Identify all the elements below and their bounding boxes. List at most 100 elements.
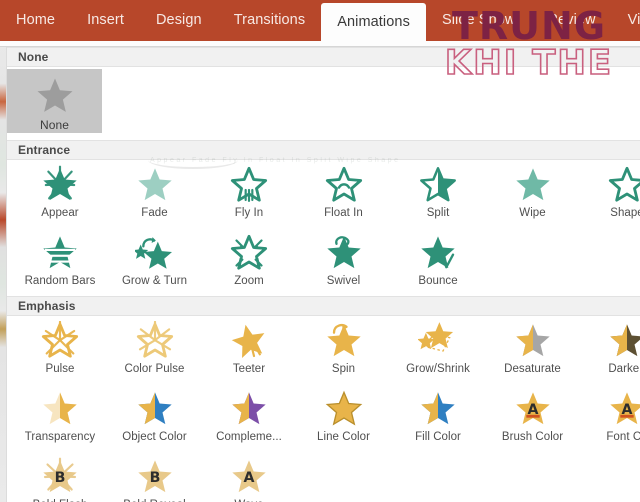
star-transparency-icon	[37, 387, 83, 431]
star-wave-icon: A	[226, 455, 272, 499]
animation-item-label: Fly In	[234, 207, 264, 219]
animation-item-fly-in[interactable]: Fly In	[202, 160, 296, 228]
animation-item-bold-flash[interactable]: BBold Flash	[13, 452, 107, 502]
star-color-pulse-icon	[132, 319, 178, 363]
animation-item-none[interactable]: None	[7, 69, 102, 133]
animation-item-random-bars[interactable]: Random Bars	[13, 228, 107, 296]
star-fly-in-icon	[226, 163, 272, 207]
star-grow-turn-icon	[132, 231, 178, 275]
star-brush-color-icon: A	[510, 387, 556, 431]
animation-item-shape[interactable]: Shape	[580, 160, 640, 228]
gallery-row: BBold FlashBBold RevealAWave	[7, 452, 640, 502]
ribbon-tab-review[interactable]: Review	[531, 0, 611, 41]
animation-item-float-in[interactable]: Float In	[297, 160, 391, 228]
animation-item-split[interactable]: Split	[391, 160, 485, 228]
animation-item-grow-turn[interactable]: Grow & Turn	[108, 228, 202, 296]
star-bold-reveal-icon: B	[132, 455, 178, 499]
ribbon-tab-view[interactable]: View	[612, 0, 640, 41]
faint-watermark-arc	[148, 151, 238, 169]
animation-item-label: Grow & Turn	[121, 275, 188, 287]
animation-item-wave[interactable]: AWave	[202, 452, 296, 502]
animation-item-font-co[interactable]: AFont Co	[580, 384, 640, 452]
star-random-bars-icon	[37, 231, 83, 275]
star-line-color-icon	[321, 387, 367, 431]
animation-item-label: Line Color	[317, 431, 370, 443]
animation-item-teeter[interactable]: Teeter	[202, 316, 296, 384]
animation-item-color-pulse[interactable]: Color Pulse	[108, 316, 202, 384]
animation-item-transparency[interactable]: Transparency	[13, 384, 107, 452]
animation-item-swivel[interactable]: Swivel	[297, 228, 391, 296]
gallery-row: Pulse Color Pulse Teeter Spin Grow/Shrink Des…	[7, 316, 640, 384]
star-burst-icon	[37, 163, 83, 207]
star-pulse-icon	[37, 319, 83, 363]
star-plain-gray-icon	[32, 74, 78, 118]
animation-item-label: Grow/Shrink	[406, 363, 470, 375]
star-spin-icon	[321, 319, 367, 363]
animation-item-pulse[interactable]: Pulse	[13, 316, 107, 384]
animation-item-label: Zoom	[234, 275, 264, 287]
ribbon-tab-bar: Home Insert Design Transitions Animations Sli…	[0, 0, 640, 41]
ribbon-tab-design[interactable]: Design	[140, 0, 218, 41]
ribbon-tab-slide-show[interactable]: Slide Show	[426, 0, 532, 41]
ribbon-tab-animations[interactable]: Animations	[321, 3, 426, 41]
section-header-emphasis: Emphasis	[7, 296, 640, 316]
animation-item-fill-color[interactable]: Fill Color	[391, 384, 485, 452]
star-complement-color-icon	[226, 387, 272, 431]
animation-item-label: Transparency	[24, 431, 96, 443]
animation-item-appear[interactable]: Appear	[13, 160, 107, 228]
star-desaturate-icon	[510, 319, 556, 363]
animation-item-compleme[interactable]: Compleme...	[202, 384, 296, 452]
animation-item-label: Object Color	[122, 431, 187, 443]
star-font-color-icon: A	[604, 387, 640, 431]
star-wipe-icon	[510, 163, 556, 207]
animation-item-label: Darken	[608, 363, 640, 375]
ribbon-tab-insert[interactable]: Insert	[71, 0, 140, 41]
animation-item-label: Fade	[141, 207, 168, 219]
gallery-row: Appear Fade Fly In Float In Split Wipe Shape	[7, 160, 640, 228]
animation-item-label: Spin	[331, 363, 356, 375]
animation-item-fade[interactable]: Fade	[108, 160, 202, 228]
ribbon-tab-home[interactable]: Home	[0, 0, 71, 41]
star-float-in-icon	[321, 163, 367, 207]
animation-item-desaturate[interactable]: Desaturate	[486, 316, 580, 384]
gallery-row: Transparency Object Color Compleme... Line …	[7, 384, 640, 452]
animation-item-wipe[interactable]: Wipe	[486, 160, 580, 228]
animation-item-label: Random Bars	[24, 275, 96, 287]
animation-item-bold-reveal[interactable]: BBold Reveal	[108, 452, 202, 502]
ribbon-tab-transitions[interactable]: Transitions	[218, 0, 321, 41]
animation-gallery-panel[interactable]: None None Entrance Appear Fade Fly In Float In…	[0, 47, 640, 502]
animation-item-label: Compleme...	[216, 431, 282, 443]
svg-text:B: B	[149, 470, 160, 486]
animation-item-label: Font Co	[606, 431, 640, 443]
animation-item-label: Shape	[610, 207, 640, 219]
animation-item-label: Wipe	[519, 207, 546, 219]
svg-text:A: A	[244, 470, 255, 486]
animation-item-zoom[interactable]: Zoom	[202, 228, 296, 296]
star-split-icon	[415, 163, 461, 207]
animation-item-label: Desaturate	[504, 363, 561, 375]
star-object-color-icon	[132, 387, 178, 431]
star-fill-color-icon	[415, 387, 461, 431]
section-title-none: None	[18, 50, 49, 64]
animation-item-brush-color[interactable]: A Brush Color	[486, 384, 580, 452]
star-grow-shrink-icon	[415, 319, 461, 363]
animation-item-spin[interactable]: Spin	[297, 316, 391, 384]
animation-item-label: Teeter	[232, 363, 266, 375]
star-teeter-icon	[226, 319, 272, 363]
star-shape-icon	[604, 163, 640, 207]
star-zoom-icon	[226, 231, 272, 275]
animation-item-label: Color Pulse	[124, 363, 185, 375]
animation-item-label: Pulse	[45, 363, 75, 375]
animation-item-object-color[interactable]: Object Color	[108, 384, 202, 452]
animation-item-grow-shrink[interactable]: Grow/Shrink	[391, 316, 485, 384]
powerpoint-animations-gallery: Home Insert Design Transitions Animations Sli…	[0, 0, 640, 502]
animation-item-line-color[interactable]: Line Color	[297, 384, 391, 452]
animation-item-label: Appear	[41, 207, 79, 219]
animation-item-label: Bounce	[418, 275, 458, 287]
svg-text:B: B	[55, 470, 66, 486]
animation-item-bounce[interactable]: Bounce	[391, 228, 485, 296]
animation-item-label: Float In	[324, 207, 363, 219]
animation-item-darken[interactable]: Darken	[580, 316, 640, 384]
section-title-entrance: Entrance	[18, 143, 71, 157]
animation-item-label: Fill Color	[415, 431, 461, 443]
